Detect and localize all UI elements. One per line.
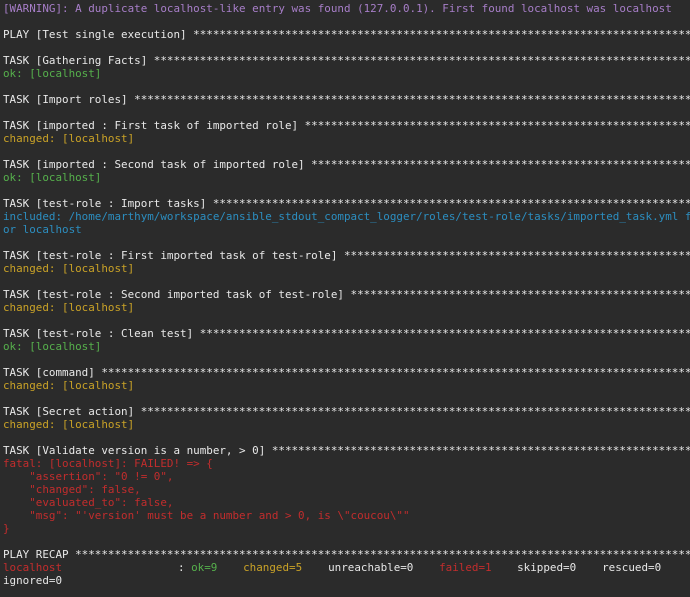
- recap-rescued: rescued=0: [602, 561, 662, 574]
- task-header: TASK [command] *************************…: [3, 366, 690, 379]
- task-header: TASK [Gathering Facts] *****************…: [3, 54, 690, 67]
- task-header: TASK [Validate version is a number, > 0]…: [3, 444, 690, 457]
- task-list: TASK [Gathering Facts] *****************…: [3, 54, 690, 548]
- task-status-fatal: "assertion": "0 != 0",: [3, 470, 174, 483]
- task-status-changed: changed: [localhost]: [3, 132, 135, 145]
- task-status-ok: ok: [localhost]: [3, 340, 102, 353]
- task-status-fatal: }: [3, 522, 10, 535]
- task-status-changed: changed: [localhost]: [3, 301, 135, 314]
- task-header: TASK [test-role : Clean test] **********…: [3, 327, 690, 340]
- task-header: TASK [test-role : First imported task of…: [3, 249, 690, 262]
- task-status-changed: changed: [localhost]: [3, 418, 135, 431]
- recap-ignored: ignored=0: [3, 574, 63, 587]
- recap-separator: :: [178, 561, 192, 574]
- recap-line: localhost: ok=9 changed=5 unreachable=0 fai…: [3, 561, 690, 574]
- task-header: TASK [test-role : Second imported task o…: [3, 288, 690, 301]
- recap-ok: ok=9: [191, 561, 218, 574]
- task-status-ok: ok: [localhost]: [3, 171, 102, 184]
- recap-header: PLAY RECAP *****************************…: [3, 548, 690, 561]
- task-header: TASK [imported : Second task of imported…: [3, 158, 690, 171]
- task-status-fatal: fatal: [localhost]: FAILED! => {: [3, 457, 213, 470]
- task-header: TASK [Import roles] ********************…: [3, 93, 690, 106]
- task-status-changed: changed: [localhost]: [3, 379, 135, 392]
- play-header: PLAY [Test single execution] ***********…: [3, 28, 690, 41]
- task-status-fatal: "evaluated_to": false,: [3, 496, 174, 509]
- task-status-included: included: /home/marthym/workspace/ansibl…: [3, 210, 690, 223]
- recap-failed: failed=1: [439, 561, 492, 574]
- task-status-included: or localhost: [3, 223, 82, 236]
- task-status-ok: ok: [localhost]: [3, 67, 102, 80]
- warning-line: [WARNING]: A duplicate localhost-like en…: [3, 2, 672, 15]
- task-status-fatal: "changed": false,: [3, 483, 141, 496]
- recap-unreachable: unreachable=0: [328, 561, 414, 574]
- task-header: TASK [test-role : Import tasks] ********…: [3, 197, 690, 210]
- task-status-changed: changed: [localhost]: [3, 262, 135, 275]
- task-header: TASK [Secret action] *******************…: [3, 405, 690, 418]
- recap-host: localhost: [3, 561, 63, 574]
- recap-skipped: skipped=0: [517, 561, 577, 574]
- terminal-output[interactable]: [WARNING]: A duplicate localhost-like en…: [0, 0, 690, 597]
- task-status-fatal: "msg": "'version' must be a number and >…: [3, 509, 410, 522]
- recap-changed: changed=5: [243, 561, 303, 574]
- task-header: TASK [imported : First task of imported …: [3, 119, 690, 132]
